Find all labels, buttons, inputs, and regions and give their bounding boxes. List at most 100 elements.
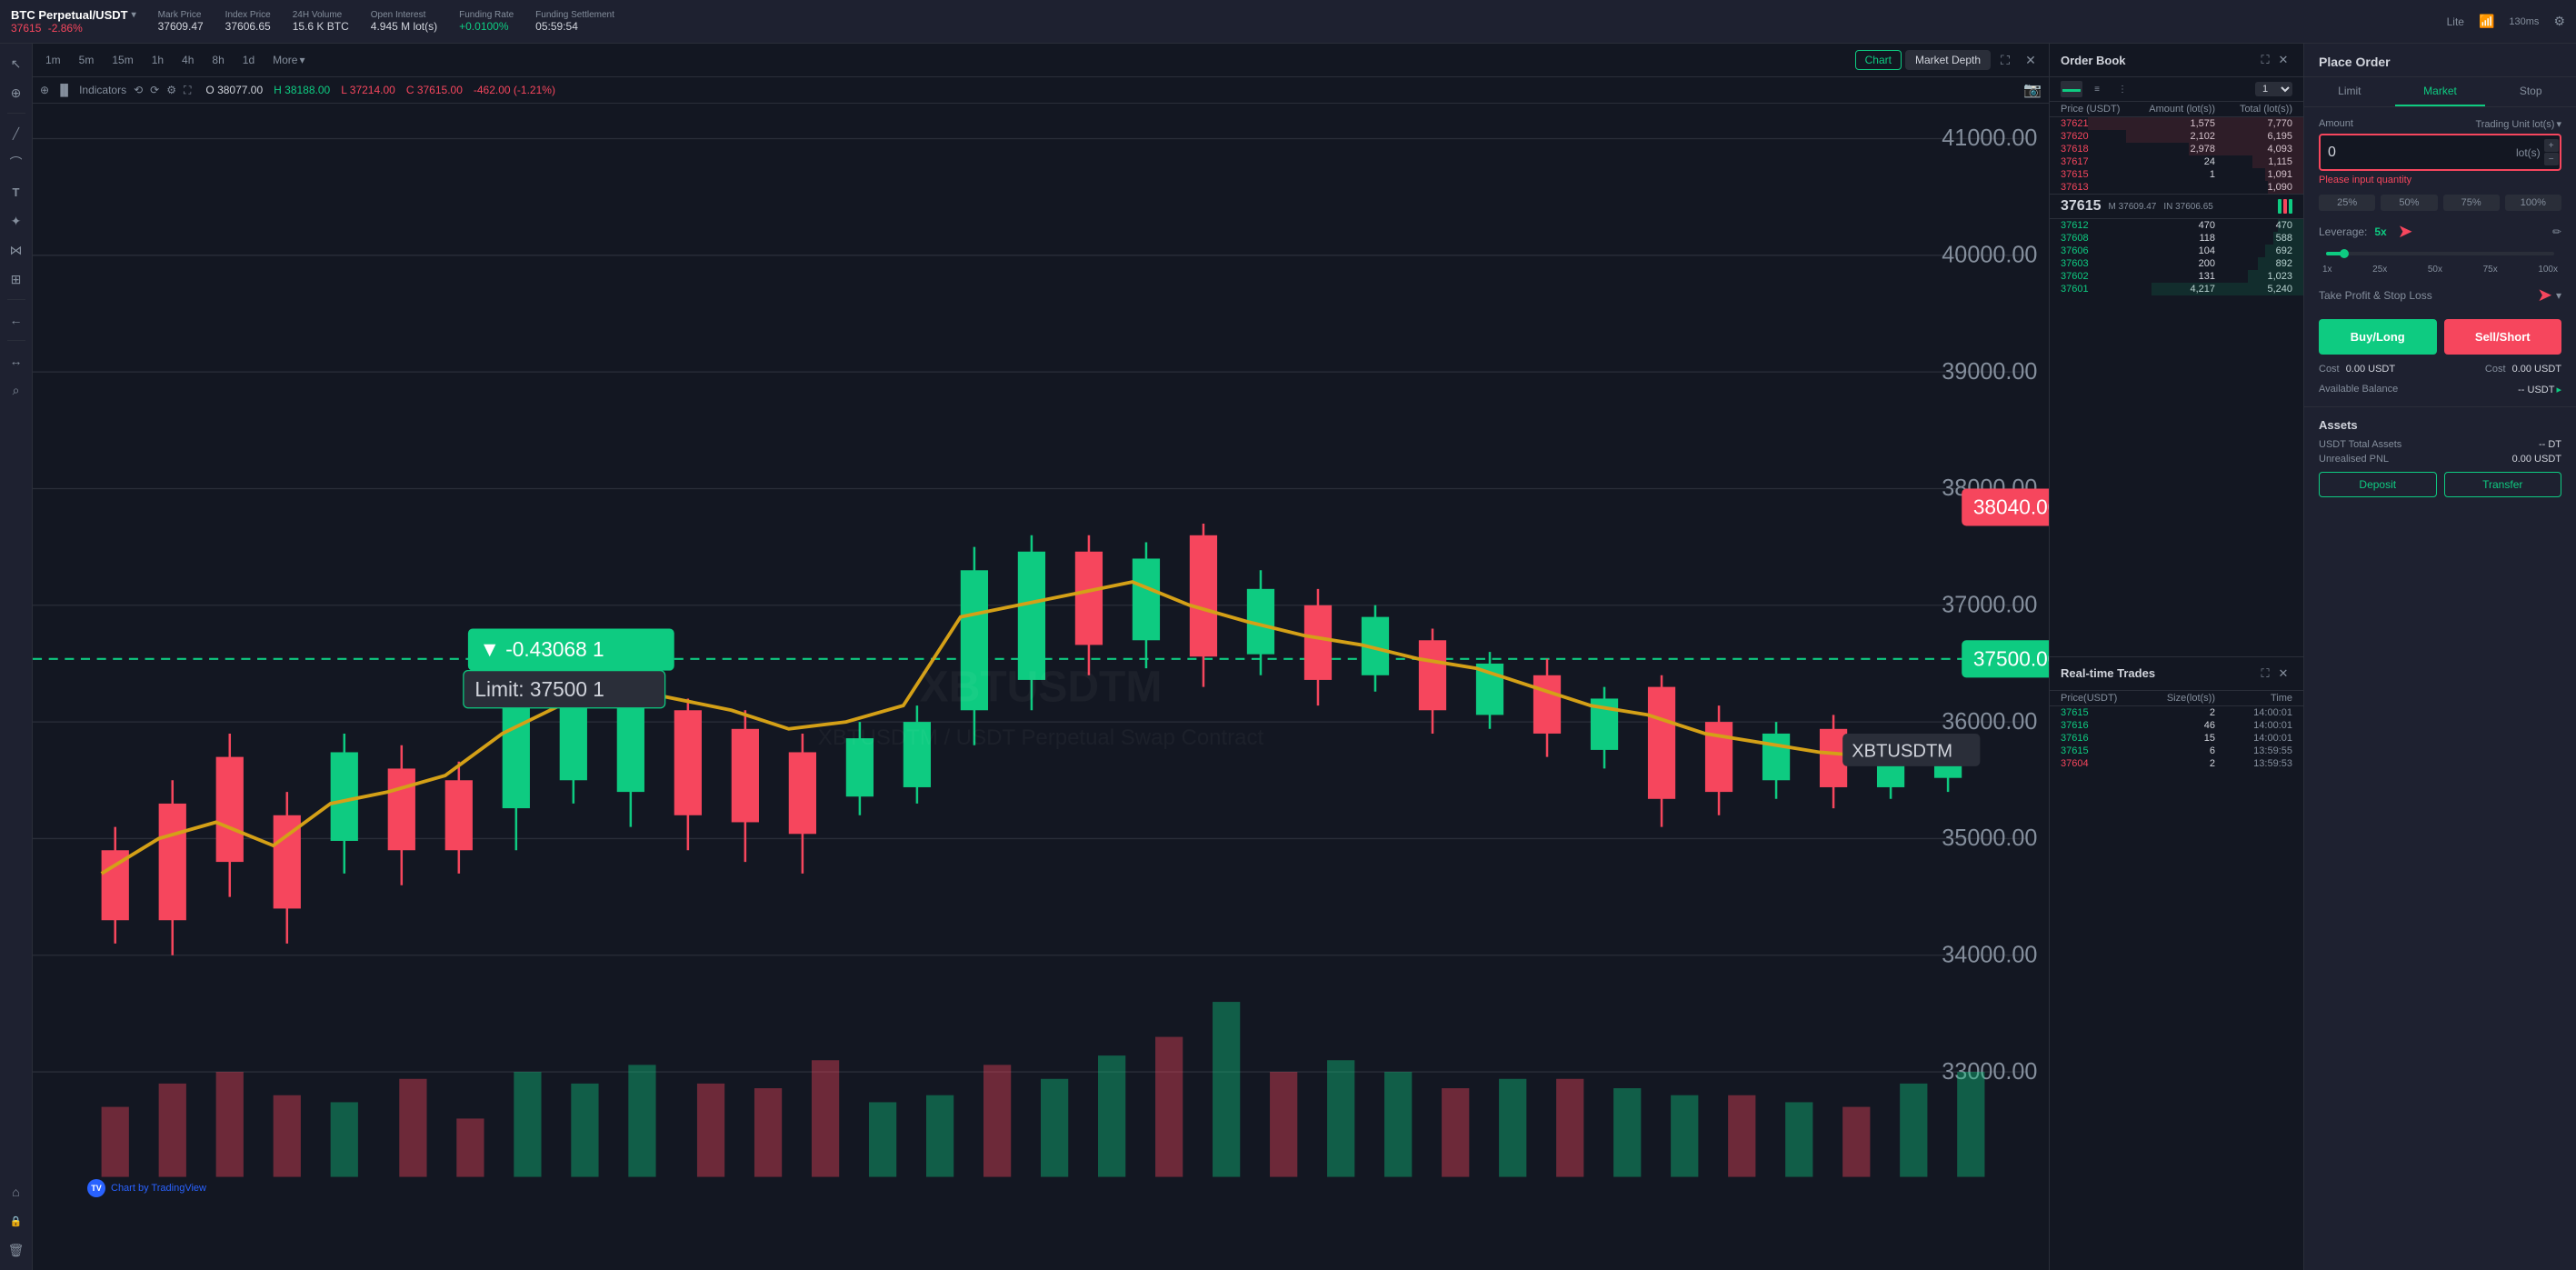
tab-stop[interactable]: Stop (2485, 77, 2576, 106)
ob-sell-row[interactable]: 37613 1,090 (2050, 181, 2303, 194)
svg-text:37000.00: 37000.00 (1942, 592, 2037, 617)
assets-title: Assets (2319, 418, 2561, 432)
chart-ohlc: O 38077.00 H 38188.00 L 37214.00 C 37615… (205, 84, 555, 96)
chart-view-btn[interactable]: Chart (1855, 50, 1902, 70)
trash-tool[interactable]: 🗑 (4, 1237, 29, 1263)
timeframe-4h[interactable]: 4h (176, 52, 199, 68)
crosshair-btn[interactable]: ⊕ (40, 84, 49, 96)
timeframe-1h[interactable]: 1h (146, 52, 169, 68)
svg-text:34000.00: 34000.00 (1942, 942, 2037, 967)
buy-long-button[interactable]: Buy/Long (2319, 319, 2437, 355)
chart-expand-icon[interactable]: ⛶ (1994, 49, 2016, 71)
svg-text:35000.00: 35000.00 (1942, 825, 2037, 851)
shapes-tool[interactable]: ✦ (4, 208, 29, 234)
market-depth-btn[interactable]: Market Depth (1905, 50, 1991, 70)
ob-column-headers: Price (USDT) Amount (lot(s)) Total (lot(… (2050, 102, 2303, 117)
ob-buy-row[interactable]: 37608 118 588 (2050, 232, 2303, 245)
tps-chevron-icon[interactable]: ▾ (2556, 289, 2561, 302)
realtime-close-icon[interactable]: ✕ (2274, 665, 2292, 683)
place-order-tabs: Limit Market Stop (2304, 77, 2576, 107)
ob-buy-row[interactable]: 37601 4,217 5,240 (2050, 283, 2303, 295)
transfer-button[interactable]: Transfer (2444, 472, 2562, 497)
tab-market[interactable]: Market (2395, 77, 2486, 106)
ob-buy-row[interactable]: 37602 131 1,023 (2050, 270, 2303, 283)
fibonacci-tool[interactable]: ⋈ (4, 237, 29, 263)
pct-75-btn[interactable]: 75% (2443, 195, 2500, 211)
ob-type-sell[interactable]: ≡ (2086, 81, 2108, 97)
ob-buy-row[interactable]: 37603 200 892 (2050, 257, 2303, 270)
watchlist-tool[interactable]: ⌂ (4, 1179, 29, 1205)
amount-input[interactable] (2328, 145, 2516, 161)
pct-25-btn[interactable]: 25% (2319, 195, 2375, 211)
leverage-ticks: 1x 25x 50x 75x 100x (2319, 265, 2561, 275)
ob-buy-row[interactable]: 37612 470 470 (2050, 219, 2303, 232)
settings-icon[interactable]: ⚙ (2553, 14, 2565, 29)
undo-btn[interactable]: ⟲ (134, 84, 143, 96)
ob-type-buy[interactable]: ⋮ (2112, 81, 2133, 97)
ob-buy-row[interactable]: 37606 104 692 (2050, 245, 2303, 257)
zoom-tool[interactable]: ⌕ (4, 377, 29, 403)
leverage-edit-icon[interactable]: ✏ (2552, 225, 2561, 238)
ob-sell-row[interactable]: 37621 1,575 7,770 (2050, 117, 2303, 130)
ob-sell-row[interactable]: 37620 2,102 6,195 (2050, 130, 2303, 143)
pct-100-btn[interactable]: 100% (2505, 195, 2561, 211)
pair-name[interactable]: BTC Perpetual/USDT ▾ (11, 8, 136, 22)
ob-sell-row[interactable]: 37618 2,978 4,093 (2050, 143, 2303, 155)
lite-button[interactable]: Lite (2447, 15, 2464, 28)
text-tool[interactable]: T (4, 179, 29, 205)
indicators-btn[interactable]: Indicators (79, 84, 126, 96)
timeframe-8h[interactable]: 8h (206, 52, 229, 68)
crosshair-tool[interactable]: ⊕ (4, 80, 29, 105)
more-button[interactable]: More ▾ (267, 52, 310, 68)
leverage-slider-container[interactable] (2319, 252, 2561, 255)
svg-text:39000.00: 39000.00 (1942, 359, 2037, 385)
chart-settings-btn[interactable]: ⚙ (166, 84, 176, 96)
chart-fullscreen-btn[interactable]: ⛶ (184, 84, 191, 97)
pair-dropdown-icon[interactable]: ▾ (132, 10, 136, 20)
action-buttons: Buy/Long Sell/Short (2319, 319, 2561, 355)
sell-short-button[interactable]: Sell/Short (2444, 319, 2562, 355)
latency-display: 130ms (2509, 16, 2539, 27)
tab-limit[interactable]: Limit (2304, 77, 2395, 106)
back-tool[interactable]: ← (4, 307, 29, 333)
leverage-thumb[interactable] (2340, 249, 2349, 258)
rt-trade-row: 37604 2 13:59:53 (2050, 757, 2303, 770)
amount-input-wrapper[interactable]: lot(s) + − (2319, 134, 2561, 171)
trading-unit-dropdown-icon[interactable]: ▾ (2556, 118, 2561, 130)
chart-canvas[interactable]: XBTUSDTM XBTUSDTM / USDT Perpetual Swap … (33, 104, 2049, 1270)
ob-buy-price: 37606 (2061, 245, 2138, 256)
timeframe-1m[interactable]: 1m (40, 52, 66, 68)
deposit-button[interactable]: Deposit (2319, 472, 2437, 497)
realtime-expand-icon[interactable]: ⛶ (2256, 665, 2274, 683)
timeframe-1d[interactable]: 1d (237, 52, 260, 68)
ob-sell-row[interactable]: 37615 1 1,091 (2050, 168, 2303, 181)
ob-sell-row[interactable]: 37617 24 1,115 (2050, 155, 2303, 168)
timeframe-5m[interactable]: 5m (74, 52, 100, 68)
order-book-expand-icon[interactable]: ⛶ (2256, 51, 2274, 69)
chart-close-icon[interactable]: ✕ (2020, 49, 2042, 71)
measure-tool[interactable]: ↔ (4, 348, 29, 374)
chart-container: 1m 5m 15m 1h 4h 8h 1d More ▾ Chart Marke… (33, 44, 2049, 1270)
line-tool[interactable]: ╱ (4, 121, 29, 146)
ob-type-both[interactable]: ▬▬ (2061, 81, 2082, 97)
leverage-slider[interactable] (2326, 252, 2554, 255)
lock-tool[interactable]: 🔒 (4, 1208, 29, 1234)
ob-depth-selector[interactable]: 1 5 10 20 (2255, 82, 2292, 96)
order-book-close-icon[interactable]: ✕ (2274, 51, 2292, 69)
amount-stepper: + − (2544, 139, 2559, 165)
cursor-tool[interactable]: ↖ (4, 51, 29, 76)
timeframe-15m[interactable]: 15m (106, 52, 138, 68)
amount-field-row: Amount Trading Unit lot(s) ▾ lot(s) + − … (2319, 118, 2561, 185)
tps-row[interactable]: Take Profit & Stop Loss ➤ ▾ (2319, 284, 2561, 306)
candle-type-btn[interactable]: ▐▌ (56, 84, 72, 96)
amount-increment-btn[interactable]: + (2544, 139, 2559, 152)
screenshot-btn[interactable]: 📷 (2023, 81, 2042, 99)
curve-tool[interactable]: ⌒ (4, 150, 29, 175)
pnl-value: 0.00 USDT (2512, 454, 2561, 465)
pct-50-btn[interactable]: 50% (2381, 195, 2437, 211)
redo-btn[interactable]: ⟳ (150, 84, 159, 96)
pattern-tool[interactable]: ⊞ (4, 266, 29, 292)
amount-decrement-btn[interactable]: − (2544, 153, 2559, 165)
available-balance-row: Available Balance -- USDT ▸ (2319, 384, 2561, 395)
leverage-tick-50x: 50x (2428, 265, 2442, 275)
